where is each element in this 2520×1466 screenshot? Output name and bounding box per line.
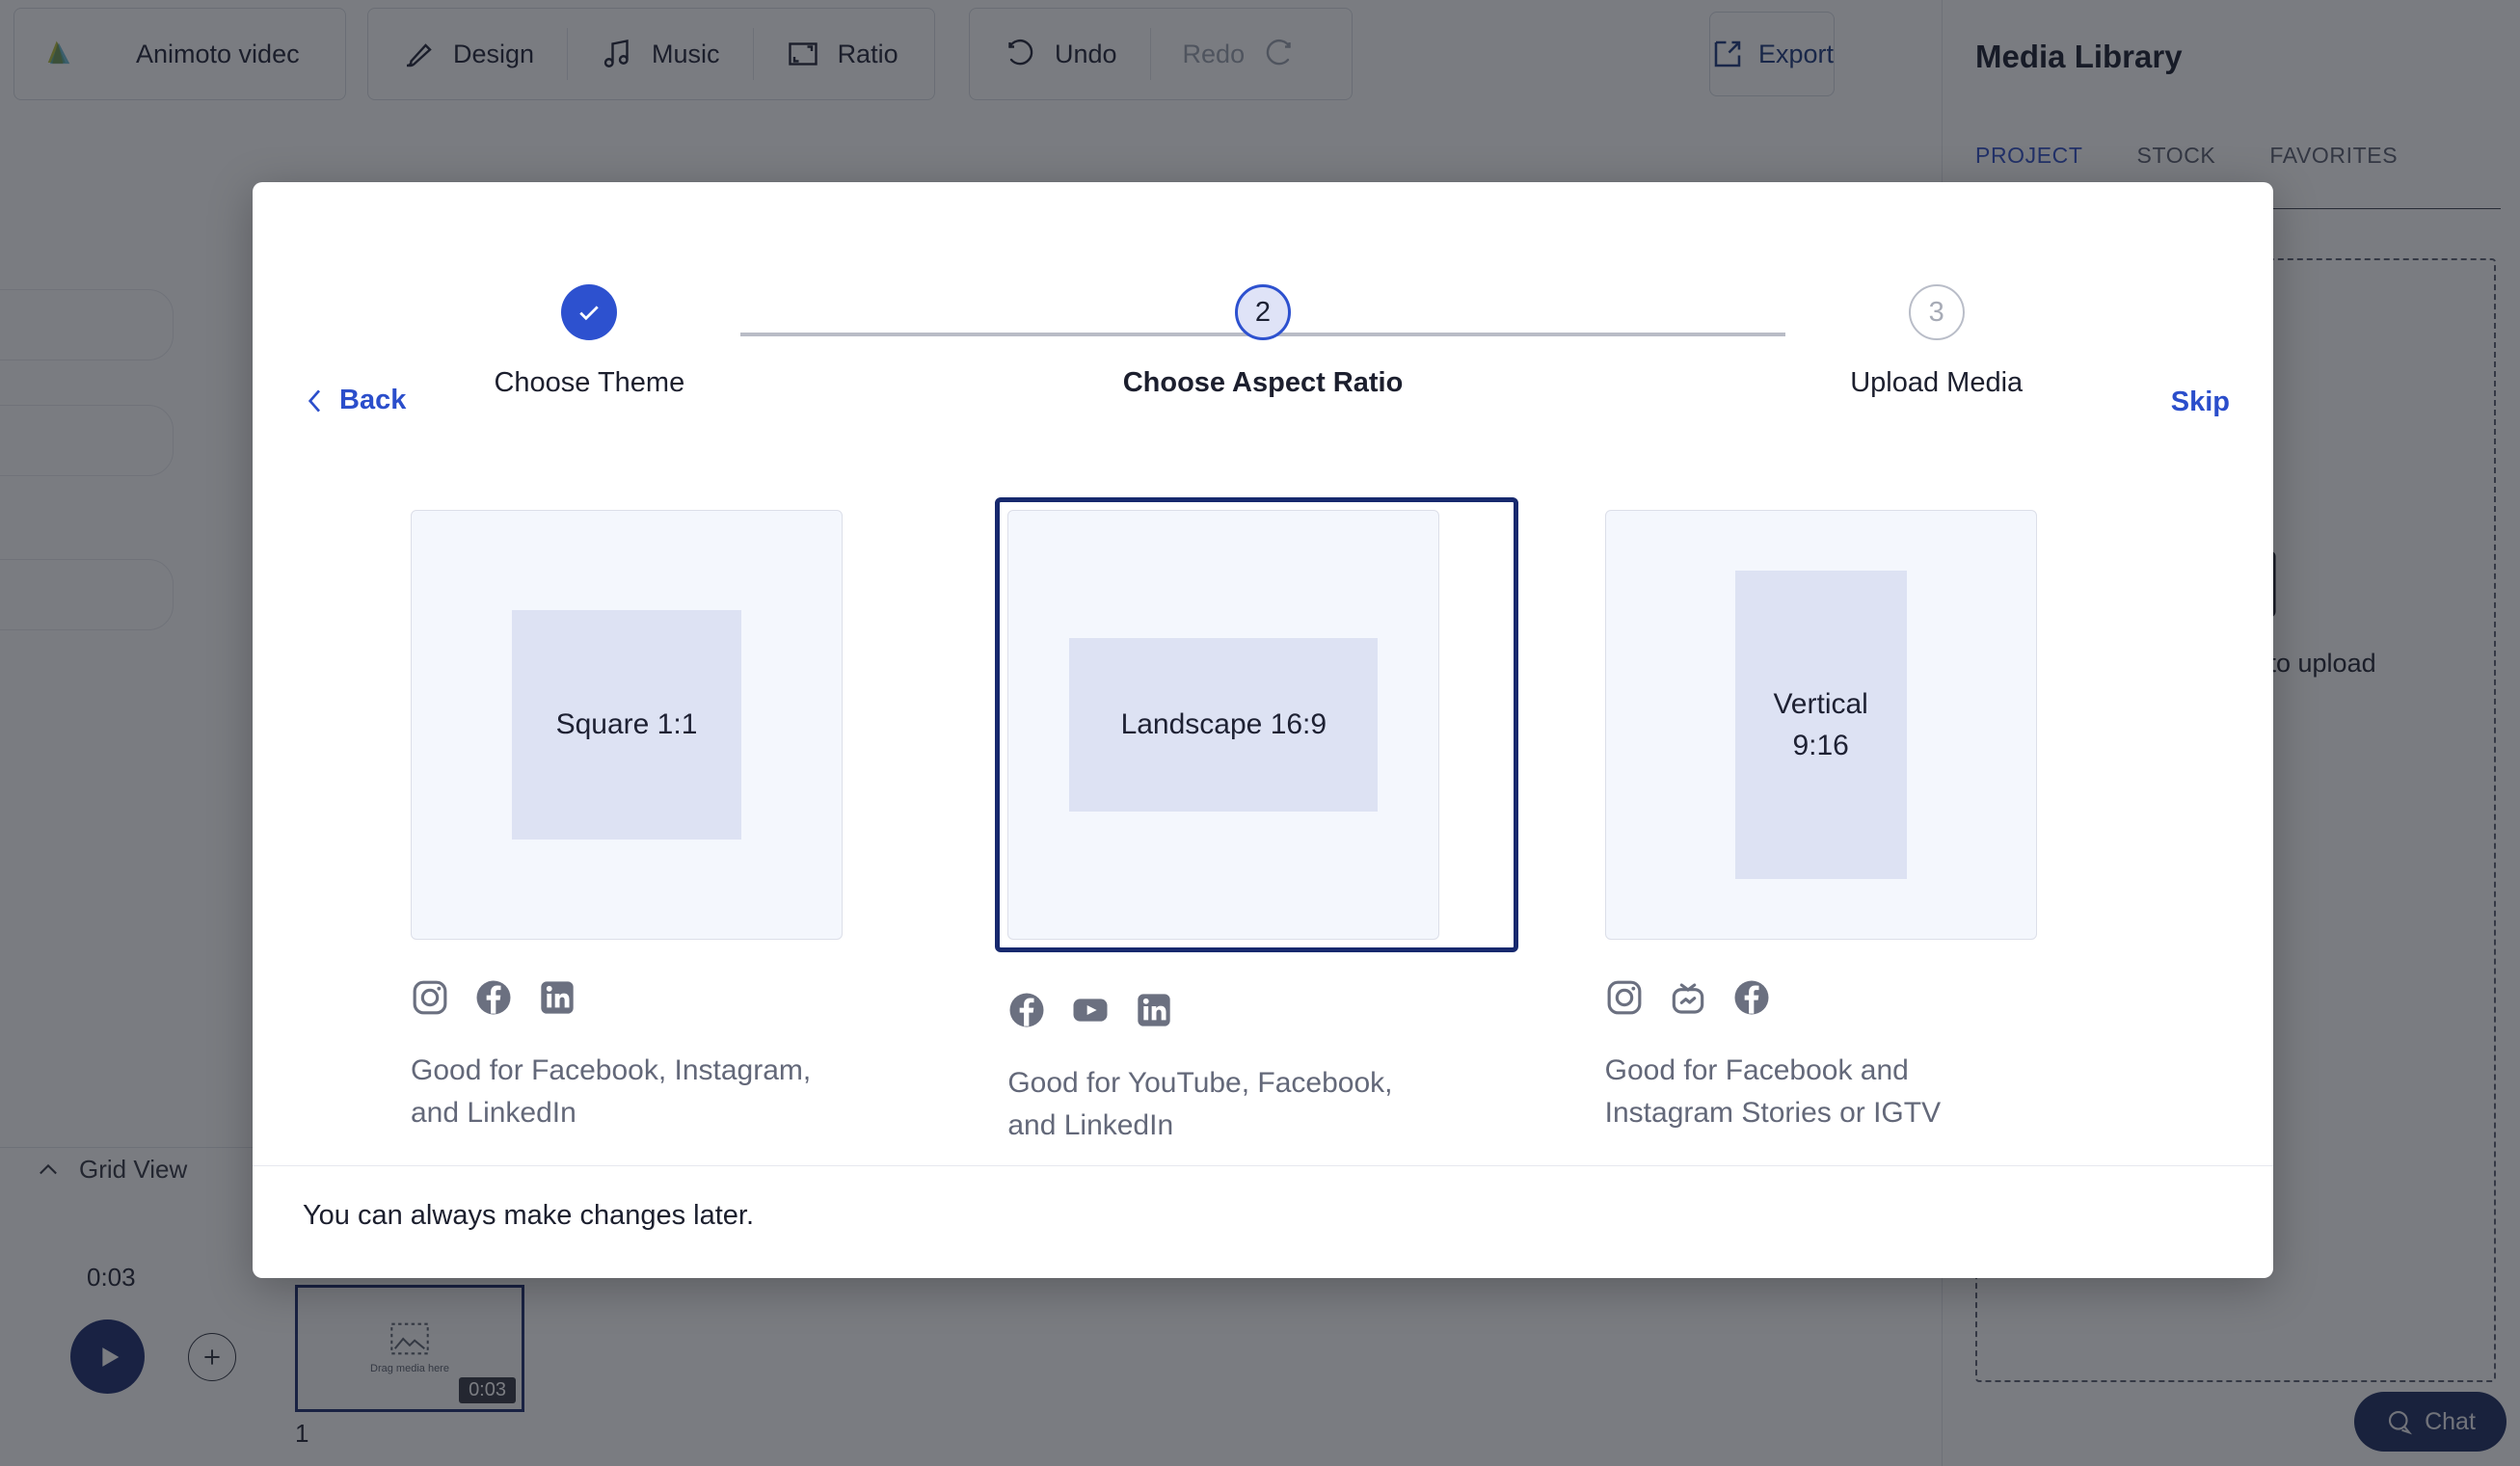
instagram-icon xyxy=(1607,980,1642,1015)
step-2-marker: 2 xyxy=(1235,284,1291,340)
vertical-note: Good for Facebook and Instagram Stories … xyxy=(1604,1054,1942,1130)
igtv-icon xyxy=(1672,983,1703,1014)
square-preview: Square 1:1 xyxy=(512,610,741,840)
wizard-stepper: Choose Theme 2 Choose Aspect Ratio 3 Upl… xyxy=(253,284,2273,448)
step-2-label: Choose Aspect Ratio xyxy=(1122,367,1404,398)
aspect-ratio-modal: Back Skip Choose Theme 2 Choose Aspect R… xyxy=(253,182,2273,1278)
vertical-card[interactable]: Vertical 9:16 xyxy=(1604,510,2037,940)
landscape-card-frame[interactable]: Landscape 16:9 xyxy=(995,497,1518,952)
vertical-preview: Vertical 9:16 xyxy=(1734,571,1907,879)
step-3-label: Upload Media xyxy=(1850,367,2024,398)
linkedin-icon xyxy=(1138,994,1170,1026)
option-landscape: Landscape 16:9 Good for YouTube, Faceboo… xyxy=(995,497,1518,1148)
modal-footer-divider xyxy=(253,1165,2273,1166)
square-card-frame[interactable]: Square 1:1 xyxy=(411,510,921,940)
square-note: Good for Facebook, Instagram, and Linked… xyxy=(411,1054,812,1130)
animoto-editor-app: Animoto videc Design Music xyxy=(0,0,2520,1466)
step-upload-media[interactable]: 3 Upload Media xyxy=(1599,284,2273,399)
square-card[interactable]: Square 1:1 xyxy=(411,510,843,940)
instagram-icon xyxy=(413,980,447,1015)
vertical-social-row xyxy=(1605,978,2115,1017)
square-social-row xyxy=(411,978,921,1017)
linkedin-icon xyxy=(541,981,574,1014)
landscape-preview: Landscape 16:9 xyxy=(1069,638,1379,812)
option-square: Square 1:1 Good for Facebook, Instagram,… xyxy=(411,510,921,1148)
landscape-card[interactable]: Landscape 16:9 xyxy=(1007,510,1440,940)
step-choose-aspect-ratio[interactable]: 2 Choose Aspect Ratio xyxy=(926,284,1600,399)
step-1-label: Choose Theme xyxy=(494,367,685,398)
youtube-icon xyxy=(1073,999,1108,1022)
step-choose-theme[interactable]: Choose Theme xyxy=(253,284,926,399)
check-icon xyxy=(579,306,600,321)
landscape-social-row xyxy=(1007,991,1517,1029)
landscape-note: Good for YouTube, Facebook, and LinkedIn xyxy=(1007,1067,1393,1142)
facebook-icon xyxy=(1009,993,1044,1027)
step-1-marker xyxy=(561,284,618,340)
aspect-ratio-options: Square 1:1 Good for Facebook, Instagram,… xyxy=(411,497,2115,1148)
facebook-icon xyxy=(1734,980,1769,1015)
vertical-card-frame[interactable]: Vertical 9:16 xyxy=(1604,510,2115,940)
facebook-icon xyxy=(476,980,511,1015)
option-vertical: Vertical 9:16 Good for Facebook and Inst… xyxy=(1604,510,2115,1148)
modal-footer-note: You can always make changes later. xyxy=(303,1200,755,1231)
step-3-marker: 3 xyxy=(1908,284,1965,340)
